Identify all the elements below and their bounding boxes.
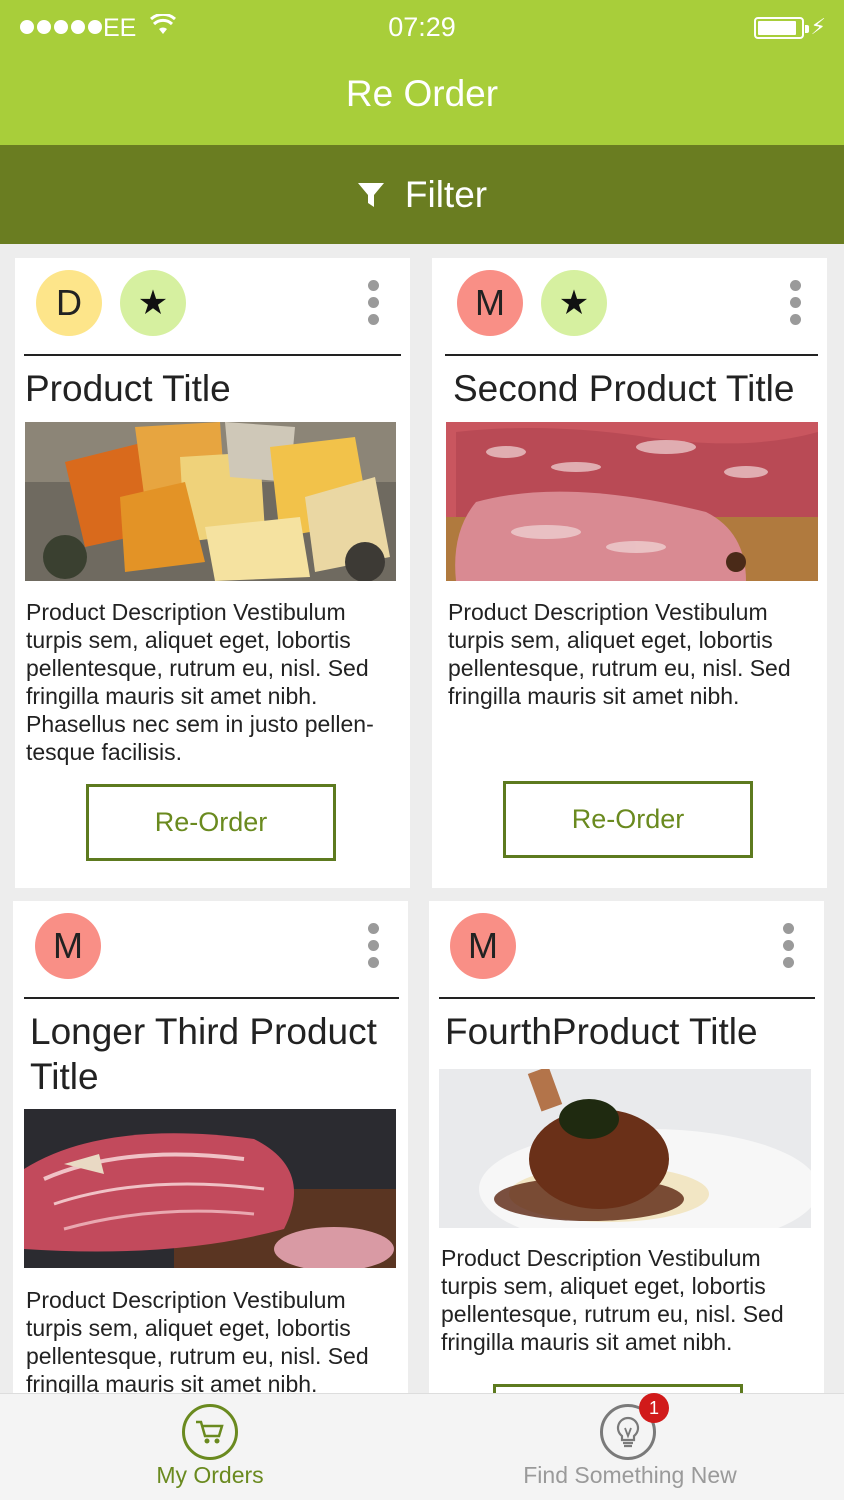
app-header: EE 07:29 ⚡ Re Order (0, 0, 844, 145)
card-header: M ★ (432, 258, 827, 355)
supplier-badge[interactable]: M (457, 270, 523, 336)
more-options-icon[interactable] (366, 280, 380, 326)
product-card: M ★ Second Product Title Product Descrip… (432, 258, 827, 888)
product-description: Product Description Vestibulum turpis se… (448, 599, 791, 709)
status-time: 07:29 (388, 12, 456, 42)
re-order-button[interactable]: Re-Order (86, 784, 336, 861)
favorite-star-icon[interactable]: ★ (541, 270, 607, 336)
more-options-icon[interactable] (781, 923, 795, 969)
card-header: D ★ (15, 258, 410, 355)
card-header: M (429, 901, 824, 998)
product-image-beef (446, 422, 818, 581)
product-image-cheese (25, 422, 396, 581)
divider (445, 354, 818, 356)
product-card: M Longer Third Product Title Product Des… (13, 901, 408, 1400)
product-title: Longer Third Product Title (30, 1011, 377, 1097)
more-options-icon[interactable] (788, 280, 802, 326)
battery-icon (754, 17, 809, 39)
re-order-button[interactable]: Re-Order (503, 781, 753, 858)
status-bar: EE 07:29 ⚡ (0, 0, 844, 56)
tab-label: My Orders (156, 1462, 264, 1488)
product-description: Product Description Vestibulum turpis se… (26, 1287, 369, 1397)
supplier-badge[interactable]: M (35, 913, 101, 979)
filter-label: Filter (404, 173, 488, 215)
funnel-icon (357, 182, 384, 207)
product-title: Product Title (25, 368, 231, 409)
product-image-lamb (439, 1069, 811, 1228)
divider (439, 997, 815, 999)
tab-find-something-new[interactable]: 1 Find Something New (520, 1393, 740, 1500)
product-title: Second Product Title (453, 368, 795, 409)
product-description: Product Description Vestibulum turpis se… (26, 599, 374, 765)
product-title: FourthProduct Title (445, 1011, 758, 1052)
supplier-badge[interactable]: D (36, 270, 102, 336)
product-card: D ★ Product Title Product Description Ve… (15, 258, 410, 888)
tab-bar: My Orders 1 Find Something New (0, 1393, 844, 1500)
notification-badge: 1 (639, 1393, 669, 1423)
page-title: Re Order (345, 73, 499, 114)
tab-label: Find Something New (523, 1462, 737, 1488)
more-options-icon[interactable] (366, 923, 380, 969)
divider (24, 997, 399, 999)
product-image-ham (24, 1109, 396, 1268)
lightbulb-icon: 1 (600, 1393, 669, 1460)
tab-my-orders[interactable]: My Orders (140, 1394, 280, 1500)
product-card: M FourthProduct Title Product Descriptio… (429, 901, 824, 1400)
favorite-star-icon[interactable]: ★ (120, 270, 186, 336)
charging-icon: ⚡ (810, 14, 826, 39)
supplier-badge[interactable]: M (450, 913, 516, 979)
cart-icon (182, 1404, 238, 1460)
divider (24, 354, 401, 356)
card-header: M (13, 901, 408, 998)
filter-button[interactable]: Filter (0, 145, 844, 244)
product-description: Product Description Vestibulum turpis se… (441, 1245, 784, 1355)
